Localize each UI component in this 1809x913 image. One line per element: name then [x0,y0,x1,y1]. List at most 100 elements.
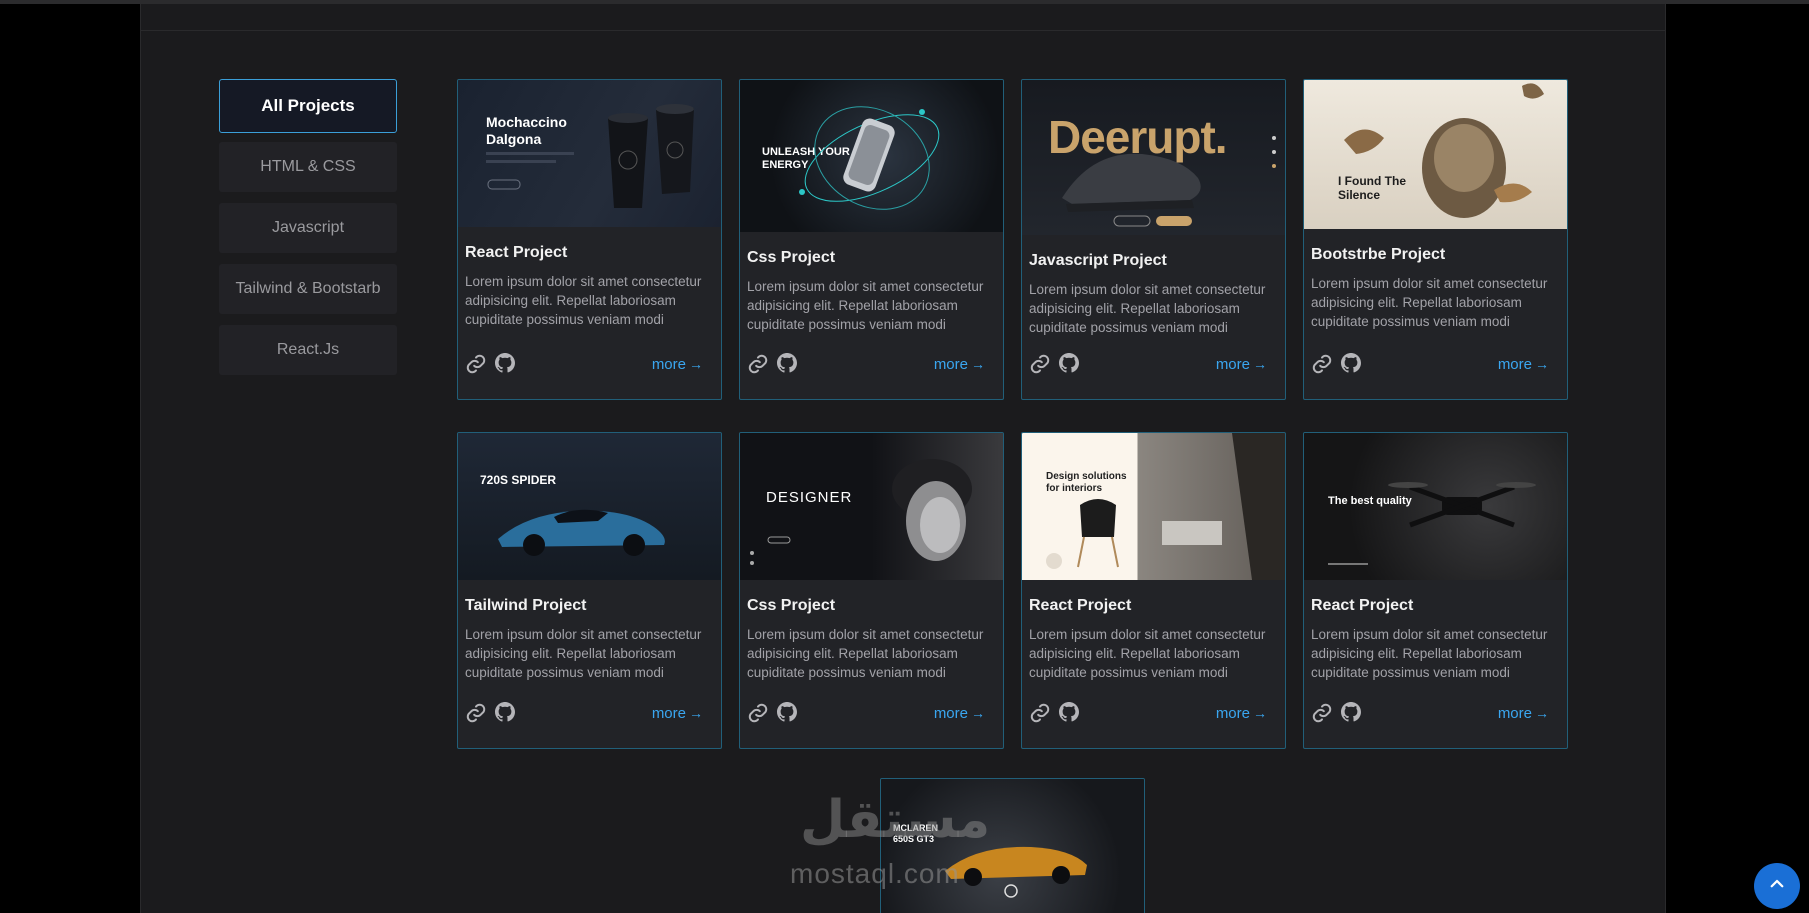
arrow-right-icon: → [971,356,985,372]
arrow-right-icon: → [971,705,985,721]
project-thumbnail[interactable]: UNLEASH YOUR ENERGY [740,80,1003,232]
github-icon[interactable] [1341,702,1363,724]
more-label: more [1215,355,1250,373]
more-link[interactable]: more → [1498,705,1549,722]
link-icon[interactable] [1029,353,1051,375]
card-footer: more → [465,353,703,375]
designer-portrait-image [750,459,972,565]
card-footer: more → [1311,702,1549,724]
sports-car-image [498,509,665,556]
card-footer: more → [747,702,985,724]
project-description: Lorem ipsum dolor sit amet consectetur a… [747,279,984,332]
drone-image [1328,482,1536,565]
project-title: Javascript Project [1029,252,1167,269]
github-icon[interactable] [1059,353,1081,375]
more-link[interactable]: more → [1216,356,1267,373]
energy-can-image [799,106,940,210]
arrow-right-icon: → [689,356,703,372]
project-thumbnail[interactable]: 720S SPIDER [458,433,721,580]
project-card: UNLEASH YOUR ENERGY Css Project Lorem ip… [739,79,1004,400]
link-icon[interactable] [465,353,487,375]
arrow-right-icon: → [1253,705,1267,721]
project-card: Design solutions for interiors React Pro… [1021,432,1286,749]
card-footer: more → [1029,353,1267,375]
link-icon[interactable] [747,353,769,375]
link-icon[interactable] [1311,353,1333,375]
project-filters: All Projects HTML & CSS Javascript Tailw… [219,79,397,386]
more-link[interactable]: more → [934,705,985,722]
project-thumbnail[interactable]: Mochaccino Dalgona [458,80,721,227]
more-label: more [933,704,968,722]
filter-tailwind-bootstrap[interactable]: Tailwind & Bootstarb [219,264,397,314]
watermark-latin: mostaql.com [790,858,960,889]
more-link[interactable]: more → [934,356,985,373]
card-footer: more → [1029,702,1267,724]
project-card: Mochaccino Dalgona React Project Lorem i… [457,79,722,400]
project-card: DESIGNER Css Project Lorem ipsum dolor s… [739,432,1004,749]
project-thumbnail[interactable]: The best quality [1304,433,1567,580]
more-link[interactable]: more → [652,705,703,722]
project-title: React Project [465,244,568,261]
watermark-arabic: مستقل [800,791,991,849]
project-description: Lorem ipsum dolor sit amet consectetur a… [1029,627,1266,680]
project-card: The best quality React Project Lorem ips… [1303,432,1568,749]
more-link[interactable]: more → [1216,705,1267,722]
project-title: Tailwind Project [465,597,587,614]
more-label: more [651,355,686,373]
project-description: Lorem ipsum dolor sit amet consectetur a… [747,627,984,680]
project-title: Css Project [747,249,836,266]
projects-panel: All Projects HTML & CSS Javascript Tailw… [140,4,1666,913]
arrow-right-icon: → [689,705,703,721]
github-icon[interactable] [495,702,517,724]
project-thumbnail[interactable]: I Found The Silence [1304,80,1567,229]
arrow-right-icon: → [1253,356,1267,372]
more-label: more [933,355,968,373]
github-icon[interactable] [495,353,517,375]
filter-all-projects[interactable]: All Projects [219,79,397,133]
card-footer: more → [747,353,985,375]
more-link[interactable]: more → [1498,356,1549,373]
project-thumbnail[interactable]: DESIGNER [740,433,1003,580]
project-description: Lorem ipsum dolor sit amet consectetur a… [1311,627,1548,680]
project-card: 720S SPIDER Tailwind Project Lorem ipsum… [457,432,722,749]
project-title: Bootstrbe Project [1311,246,1446,263]
github-icon[interactable] [777,353,799,375]
project-description: Lorem ipsum dolor sit amet consectetur a… [465,274,702,327]
arrow-right-icon: → [1535,356,1549,372]
more-label: more [651,704,686,722]
more-label: more [1215,704,1250,722]
github-icon[interactable] [777,702,799,724]
coffee-cup-image [486,104,694,208]
filter-react[interactable]: React.Js [219,325,397,375]
filter-javascript[interactable]: Javascript [219,203,397,253]
project-card: I Found The Silence Bootstrbe Project Lo… [1303,79,1568,400]
card-footer: more → [1311,353,1549,375]
card-footer: more → [465,702,703,724]
github-icon[interactable] [1059,702,1081,724]
project-thumbnail[interactable]: Design solutions for interiors [1022,433,1285,580]
project-title: React Project [1311,597,1414,614]
scroll-to-top-button[interactable] [1754,863,1800,909]
project-thumbnail[interactable]: Deerupt. [1022,80,1285,235]
chair-interior-image [1046,433,1285,580]
birds-image [1344,83,1544,218]
more-label: more [1497,355,1532,373]
link-icon[interactable] [1311,702,1333,724]
link-icon[interactable] [747,702,769,724]
filter-html-css[interactable]: HTML & CSS [219,142,397,192]
github-icon[interactable] [1341,353,1363,375]
project-description: Lorem ipsum dolor sit amet consectetur a… [465,627,702,680]
panel-separator [141,30,1665,31]
project-description: Lorem ipsum dolor sit amet consectetur a… [1029,282,1266,335]
project-title: Css Project [747,597,836,614]
link-icon[interactable] [465,702,487,724]
project-title: React Project [1029,597,1132,614]
more-link[interactable]: more → [652,356,703,373]
sneaker-image [1062,136,1276,227]
link-icon[interactable] [1029,702,1051,724]
arrow-right-icon: → [1535,705,1549,721]
more-label: more [1497,704,1532,722]
chevron-up-icon [1768,875,1786,898]
project-card: Deerupt. Javascript Project Lorem ipsum … [1021,79,1286,400]
project-description: Lorem ipsum dolor sit amet consectetur a… [1311,276,1548,329]
